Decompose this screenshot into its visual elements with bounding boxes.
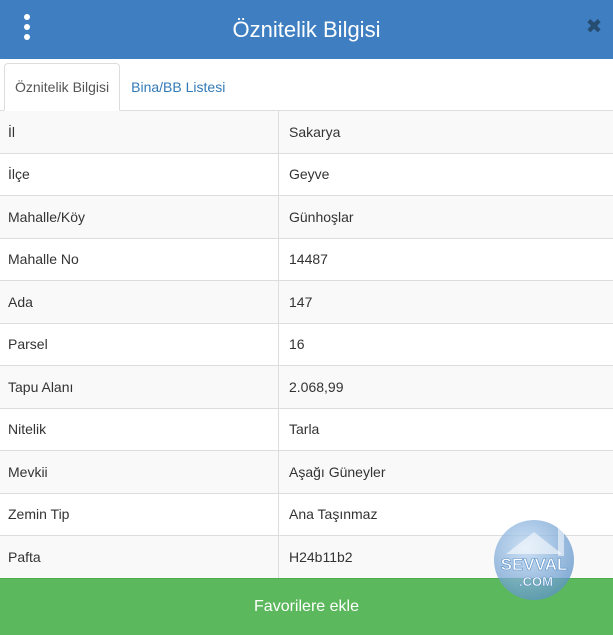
attribute-key: Mahalle/Köy: [0, 196, 279, 238]
attribute-value: 16: [289, 336, 305, 353]
attribute-key: Pafta: [0, 536, 279, 578]
modal-title: Öznitelik Bilgisi: [232, 16, 381, 42]
add-to-favorites-button[interactable]: Favorilere ekle: [0, 578, 613, 635]
attribute-value: 14487: [289, 251, 328, 268]
modal-header: Öznitelik Bilgisi ✖: [0, 0, 613, 59]
attribute-value: Geyve: [289, 166, 330, 183]
attribute-key: İlçe: [0, 153, 279, 195]
menu-dot: [24, 34, 30, 40]
attribute-key: Mahalle No: [0, 238, 279, 280]
attribute-value: Aşağı Güneyler: [289, 463, 386, 480]
attribute-key: Tapu Alanı: [0, 366, 279, 408]
attribute-value: Sakarya: [289, 123, 341, 140]
table-row: Mevkii Aşağı Güneyler: [0, 451, 613, 494]
table-row: Tapu Alanı 2.068,99: [0, 366, 613, 409]
attribute-key: Nitelik: [0, 408, 279, 450]
attribute-key: Mevkii: [0, 451, 279, 493]
attribute-key: Ada: [0, 281, 279, 323]
close-icon[interactable]: ✖: [585, 16, 603, 38]
more-vertical-icon[interactable]: [18, 14, 36, 40]
attribute-value: 2.068,99: [289, 378, 344, 395]
table-row: Mahalle/Köy Günhoşlar: [0, 196, 613, 239]
menu-dot: [24, 14, 30, 20]
attribute-key: İl: [0, 111, 279, 153]
attribute-key: Parsel: [0, 323, 279, 365]
attribute-value: H24b11b2: [289, 548, 353, 565]
attribute-key: Zemin Tip: [0, 493, 279, 535]
attribute-value: Tarla: [289, 421, 320, 438]
attribute-table: İl Sakarya İlçe Geyve Mahalle/Köy Günhoş…: [0, 111, 613, 579]
table-row: Pafta H24b11b2: [0, 536, 613, 579]
menu-dot: [24, 24, 30, 30]
tab-bina-bb-listesi[interactable]: Bina/BB Listesi: [120, 63, 236, 111]
table-row: İlçe Geyve: [0, 153, 613, 196]
attribute-value: 147: [289, 293, 313, 310]
attribute-value: Günhoşlar: [289, 208, 354, 225]
tab-oznitelik-bilgisi[interactable]: Öznitelik Bilgisi: [4, 63, 121, 111]
tab-bar: Öznitelik Bilgisi Bina/BB Listesi: [0, 59, 613, 111]
table-row: Nitelik Tarla: [0, 408, 613, 451]
table-row: Ada 147: [0, 281, 613, 324]
table-row: Parsel 16: [0, 323, 613, 366]
table-row: Zemin Tip Ana Taşınmaz: [0, 493, 613, 536]
table-row: Mahalle No 14487: [0, 238, 613, 281]
table-row: İl Sakarya: [0, 111, 613, 154]
attribute-value: Ana Taşınmaz: [289, 506, 378, 523]
